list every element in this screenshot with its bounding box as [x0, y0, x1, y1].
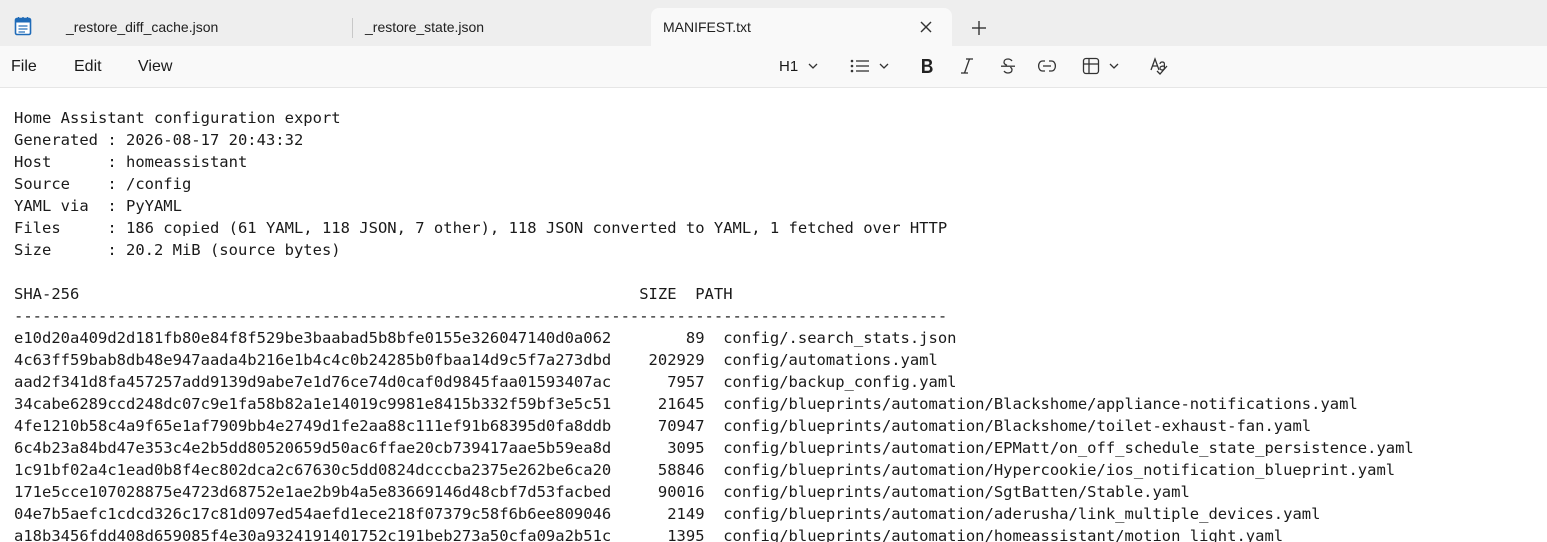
doc-line: 6c4b23a84bd47e353c4e2b5dd80520659d50ac6f…	[14, 439, 1414, 457]
table-dropdown[interactable]	[1082, 55, 1121, 77]
doc-line: Size : 20.2 MiB (source bytes)	[14, 241, 341, 259]
close-icon[interactable]	[918, 19, 934, 35]
heading-label: H1	[779, 57, 799, 75]
strikethrough-icon	[1001, 58, 1015, 74]
doc-line: Files : 186 copied (61 YAML, 118 JSON, 7…	[14, 219, 948, 237]
text-editor[interactable]: Home Assistant configuration export Gene…	[0, 88, 1547, 542]
doc-line: Host : homeassistant	[14, 153, 248, 171]
doc-line: Home Assistant configuration export	[14, 109, 341, 127]
doc-line: 1c91bf02a4c1ead0b8f4ec802dca2c67630c5dd0…	[14, 461, 1396, 479]
tab-restore-diff-cache[interactable]: _restore_diff_cache.json	[54, 8, 350, 46]
tab-label: MANIFEST.txt	[663, 19, 751, 35]
notepad-icon	[14, 17, 32, 36]
link-button[interactable]	[1037, 55, 1057, 77]
list-dropdown[interactable]	[850, 55, 891, 77]
doc-line: 4fe1210b58c4a9f65e1af7909bb4e2749d1fe2aa…	[14, 417, 1312, 435]
doc-line: 04e7b5aefc1cdcd326c17c81d097ed54aefd1ece…	[14, 505, 1321, 523]
chevron-down-icon	[808, 63, 818, 69]
tab-bar: _restore_diff_cache.json _restore_state.…	[0, 0, 1547, 46]
tab-manifest[interactable]: MANIFEST.txt	[651, 8, 952, 46]
doc-line: aad2f341d8fa457257add9139d9abe7e1d76ce74…	[14, 373, 957, 391]
spellcheck-button[interactable]	[1149, 55, 1169, 77]
menu-file[interactable]: File	[11, 58, 37, 76]
bold-button[interactable]	[919, 55, 935, 77]
chevron-down-icon	[879, 63, 889, 69]
strikethrough-button[interactable]	[999, 55, 1017, 77]
doc-line: ----------------------------------------…	[14, 307, 948, 325]
tab-label: _restore_diff_cache.json	[66, 19, 219, 35]
table-icon	[1082, 57, 1100, 75]
menu-view[interactable]: View	[138, 58, 172, 76]
doc-line: 4c63ff59bab8db48e947aada4b216e1b4c4c0b24…	[14, 351, 938, 369]
doc-line: e10d20a409d2d181fb80e84f8f529be3baabad5b…	[14, 329, 957, 347]
plus-icon[interactable]	[970, 19, 988, 37]
doc-line: a18b3456fdd408d659085f4e30a9324191401752…	[14, 527, 1284, 542]
heading-dropdown[interactable]: H1	[779, 55, 820, 77]
doc-line: YAML via : PyYAML	[14, 197, 182, 215]
spellcheck-icon	[1150, 57, 1168, 75]
menu-edit[interactable]: Edit	[74, 58, 102, 76]
doc-line: Source : /config	[14, 175, 192, 193]
menu-bar: File Edit View H1	[0, 46, 1547, 88]
tab-restore-state[interactable]: _restore_state.json	[353, 8, 649, 46]
bulleted-list-icon	[850, 59, 869, 73]
doc-line: Generated : 2026-08-17 20:43:32	[14, 131, 304, 149]
link-icon	[1037, 60, 1057, 72]
italic-button[interactable]	[959, 55, 975, 77]
italic-icon	[961, 58, 973, 74]
tab-label: _restore_state.json	[365, 19, 485, 35]
doc-line: SHA-256 SIZE PATH	[14, 285, 733, 303]
doc-line: 171e5cce107028875e4723d68752e1ae2b9b4a5e…	[14, 483, 1190, 501]
bold-icon	[922, 59, 933, 73]
doc-line: 34cabe6289ccd248dc07c9e1fa58b82a1e14019c…	[14, 395, 1358, 413]
chevron-down-icon	[1109, 63, 1119, 69]
